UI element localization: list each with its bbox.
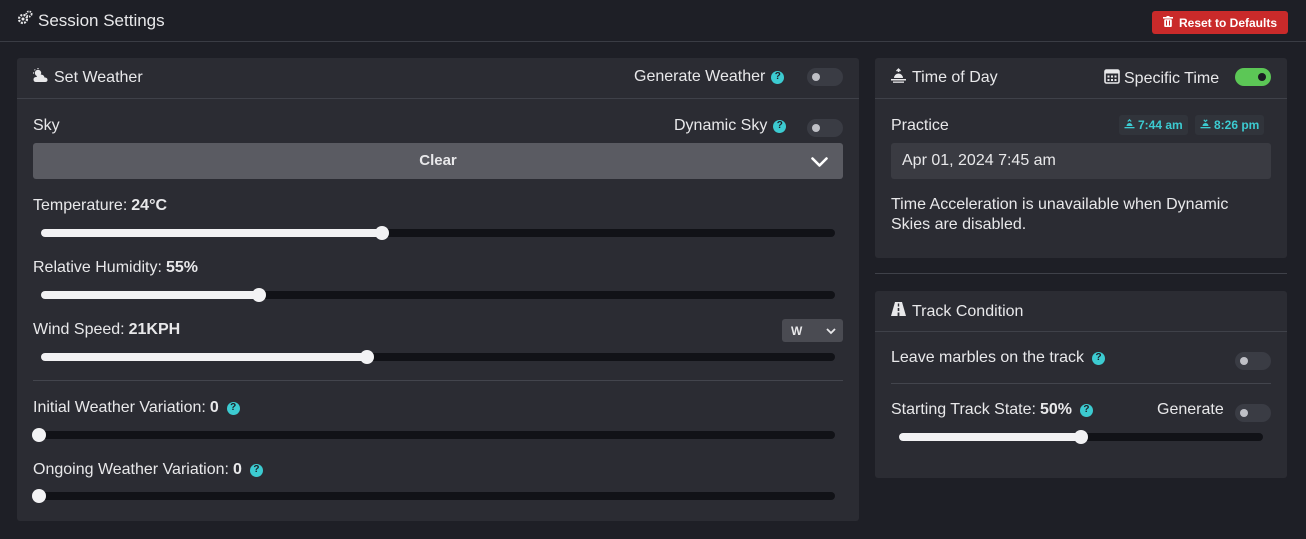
generate-track-toggle[interactable] [1235,404,1271,422]
ongoing-variation-label: Ongoing Weather Variation: 0 ? [33,461,263,479]
generate-track-label: Generate [1157,401,1224,418]
cloud-sun-icon [32,68,49,88]
help-icon[interactable]: ? [1079,403,1093,417]
calendar-icon [1104,68,1120,89]
sunrise-badge: 7:44 am [1119,115,1188,135]
slider-thumb[interactable] [32,489,46,503]
help-icon[interactable]: ? [1092,351,1105,365]
initial-variation-value: 0 [209,399,219,416]
time-panel-title: Time of Day [890,68,998,88]
track-panel-header: Track Condition [875,291,1287,332]
time-acceleration-note: Time Acceleration is unavailable when Dy… [891,196,1229,233]
track-state-slider[interactable] [899,430,1263,444]
slider-thumb[interactable] [359,350,374,364]
reset-to-defaults-button[interactable]: Reset to Defaults [1152,11,1288,34]
weather-title-text: Set Weather [54,69,143,86]
time-panel-header: Time of Day Specific Time [875,58,1287,99]
sky-select[interactable]: Clear [33,143,843,179]
marbles-toggle[interactable] [1235,352,1271,370]
sunrise-icon [1124,118,1135,132]
sunrise-icon [890,68,907,88]
page-title-text: Session Settings [38,10,165,30]
humidity-value: 55% [165,259,198,276]
temperature-label-text: Temperature: [33,197,128,214]
track-title-text: Track Condition [912,302,1024,320]
road-icon [890,301,907,322]
sunset-icon [1200,118,1211,132]
humidity-slider[interactable] [41,288,835,302]
sky-label: Sky [33,117,60,134]
help-icon[interactable]: ? [771,70,785,84]
temperature-value: 24°C [131,197,168,214]
track-state-text: Starting Track State: [891,401,1036,418]
specific-time-toggle[interactable] [1235,68,1271,86]
specific-time-text: Specific Time [1124,69,1220,87]
track-state-value: 50% [1039,401,1072,418]
time-title-text: Time of Day [912,69,998,86]
initial-variation-text: Initial Weather Variation: [33,399,206,416]
divider [33,380,843,381]
weather-panel-title: Set Weather [32,68,143,88]
page-title: Session Settings [17,10,165,31]
wind-speed-label-text: Wind Speed: [33,321,125,338]
help-icon[interactable]: ? [249,463,263,477]
wind-speed-label: Wind Speed: 21KPH [33,321,180,339]
chevron-down-icon [826,324,836,338]
weather-panel-header: Set Weather Generate Weather ? [17,58,859,99]
chevron-down-icon [811,155,828,173]
generate-weather-text: Generate Weather [634,68,766,85]
slider-thumb[interactable] [1074,430,1088,444]
weather-panel: Set Weather Generate Weather ? Sky Dynam… [17,58,859,521]
divider [875,273,1287,274]
divider [891,383,1271,384]
generate-weather-label: Generate Weather ? [634,68,785,86]
slider-thumb[interactable] [252,288,267,302]
track-condition-panel: Track Condition Leave marbles on the tra… [875,291,1287,478]
specific-time-label: Specific Time [1104,68,1219,89]
time-of-day-panel: Time of Day Specific Time Practice 7:44 … [875,58,1287,258]
session-datetime-field[interactable]: Apr 01, 2024 7:45 am [891,143,1271,179]
track-panel-title: Track Condition [890,301,1023,322]
temperature-slider[interactable] [41,226,835,240]
session-label: Practice [891,117,949,134]
wind-speed-value: 21KPH [128,321,181,338]
settings-cogs-icon [17,10,33,31]
dynamic-sky-label: Dynamic Sky ? [674,117,787,135]
wind-direction-select[interactable]: W [782,319,843,342]
humidity-label-text: Relative Humidity: [33,259,162,276]
sunrise-time: 7:44 am [1138,118,1183,132]
reset-label: Reset to Defaults [1178,15,1278,30]
slider-thumb[interactable] [32,428,46,442]
dynamic-sky-text: Dynamic Sky [674,117,768,134]
wind-direction-value: W [791,323,803,338]
generate-weather-toggle[interactable] [807,68,843,86]
wind-speed-slider[interactable] [41,350,835,364]
slider-fill [899,433,1081,441]
slider-fill [41,291,260,299]
sunset-time: 8:26 pm [1214,118,1260,132]
marbles-label: Leave marbles on the track ? [891,349,1105,367]
help-icon[interactable]: ? [773,119,787,133]
dynamic-sky-toggle[interactable] [807,119,843,137]
top-bar: Session Settings Reset to Defaults [0,0,1306,42]
sky-select-value: Clear [419,152,457,169]
track-state-label: Starting Track State: 50% ? [891,401,1093,419]
slider-fill [41,229,383,237]
slider-thumb[interactable] [375,226,390,240]
ongoing-variation-text: Ongoing Weather Variation: [33,461,229,478]
sunset-badge: 8:26 pm [1195,115,1265,135]
initial-variation-label: Initial Weather Variation: 0 ? [33,399,240,417]
help-icon[interactable]: ? [226,401,240,415]
trash-icon [1162,15,1173,30]
humidity-label: Relative Humidity: 55% [33,259,198,277]
ongoing-variation-slider[interactable] [32,489,835,503]
slider-fill [41,353,367,361]
temperature-label: Temperature: 24°C [33,197,167,215]
ongoing-variation-value: 0 [232,461,242,478]
initial-variation-slider[interactable] [32,428,835,442]
marbles-text: Leave marbles on the track [891,349,1084,366]
